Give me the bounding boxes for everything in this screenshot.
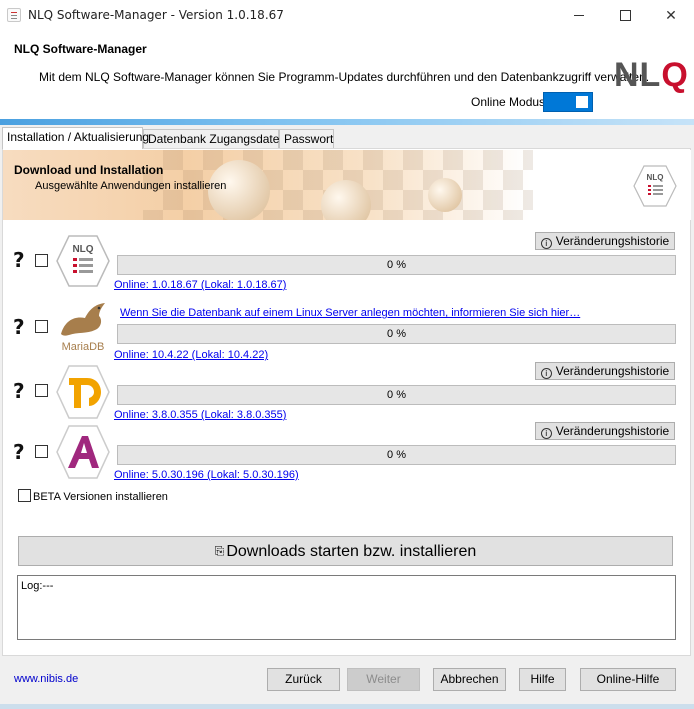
info-icon: i: [540, 238, 552, 249]
progress-text: 0 %: [387, 389, 406, 401]
log-textarea[interactable]: Log:---: [17, 575, 676, 640]
cancel-button[interactable]: Abbrechen: [433, 668, 506, 691]
history-button-4[interactable]: i Veränderungshistorie: [535, 422, 675, 440]
help-icon[interactable]: ?: [13, 440, 25, 464]
close-button[interactable]: ✕: [648, 0, 694, 31]
history-button-label: Veränderungshistorie: [555, 424, 670, 438]
download-icon: ⎘: [214, 544, 225, 558]
window-bottom-border: [0, 704, 694, 709]
online-mode-label: Online Modus: [471, 95, 546, 109]
progress-text: 0 %: [387, 328, 406, 340]
mariadb-logo-text: MariaDB: [62, 341, 105, 353]
maximize-button[interactable]: [602, 0, 648, 31]
app-checkbox-nlq[interactable]: [35, 254, 48, 267]
nlq-app-logo: NLQ: [56, 235, 110, 287]
progress-bar-4: 0 %: [117, 445, 676, 465]
toggle-knob: [576, 96, 588, 108]
progress-bar-3: 0 %: [117, 385, 676, 405]
mariadb-logo: MariaDB: [61, 303, 105, 353]
history-button-label: Veränderungshistorie: [555, 234, 670, 248]
help-icon[interactable]: ?: [13, 315, 25, 339]
header-accent-strip: [0, 119, 694, 125]
orange-app-logo: [56, 365, 110, 419]
nlq-badge-icon: NLQ: [633, 165, 677, 207]
help-button[interactable]: Hilfe: [519, 668, 566, 691]
history-button-nlq[interactable]: i Veränderungshistorie: [535, 232, 675, 250]
info-icon: i: [540, 368, 552, 379]
download-install-button[interactable]: ⎘ Downloads starten bzw. installieren: [18, 536, 673, 566]
online-mode-toggle[interactable]: [543, 92, 593, 112]
title-bar: NLQ Software-Manager - Version 1.0.18.67…: [0, 0, 694, 31]
banner-title: Download und Installation: [14, 163, 164, 177]
purple-app-logo: [56, 425, 110, 479]
app-checkbox-4[interactable]: [35, 445, 48, 458]
version-link-3[interactable]: Online: 3.8.0.355 (Lokal: 3.8.0.355): [114, 409, 286, 421]
help-icon[interactable]: ?: [13, 379, 25, 403]
version-link-mariadb[interactable]: Online: 10.4.22 (Lokal: 10.4.22): [114, 349, 268, 361]
nibis-link[interactable]: www.nibis.de: [14, 673, 78, 685]
progress-text: 0 %: [387, 449, 406, 461]
progress-bar-nlq: 0 %: [117, 255, 676, 275]
version-link-4[interactable]: Online: 5.0.30.196 (Lokal: 5.0.30.196): [114, 469, 299, 481]
app-checkbox-mariadb[interactable]: [35, 320, 48, 333]
download-button-label: Downloads starten bzw. installieren: [226, 543, 477, 560]
header: NLQ Software-Manager Mit dem NLQ Softwar…: [0, 31, 694, 119]
history-button-3[interactable]: i Veränderungshistorie: [535, 362, 675, 380]
nlq-logo: NLQ: [614, 56, 689, 95]
online-help-button[interactable]: Online-Hilfe: [580, 668, 676, 691]
tab-database-credentials[interactable]: Datenbank Zugangsdaten: [143, 129, 286, 148]
beta-label: BETA Versionen installieren: [33, 491, 168, 503]
progress-text: 0 %: [387, 259, 406, 271]
beta-option[interactable]: BETA Versionen installieren: [18, 489, 168, 503]
logo-text-left: NL: [614, 56, 662, 94]
app-icon: [7, 8, 21, 22]
nlq-logo-text: NLQ: [72, 244, 93, 255]
minimize-button[interactable]: [556, 0, 602, 31]
back-button[interactable]: Zurück: [267, 668, 340, 691]
header-title: NLQ Software-Manager: [14, 42, 147, 56]
version-link-nlq[interactable]: Online: 1.0.18.67 (Lokal: 1.0.18.67): [114, 279, 286, 291]
chess-piece-image: [428, 178, 462, 212]
history-button-label: Veränderungshistorie: [555, 364, 670, 378]
linux-server-info-link[interactable]: Wenn Sie die Datenbank auf einem Linux S…: [120, 307, 580, 319]
beta-checkbox[interactable]: [18, 489, 31, 502]
header-description: Mit dem NLQ Software-Manager können Sie …: [39, 70, 650, 84]
app-checkbox-3[interactable]: [35, 384, 48, 397]
window-title: NLQ Software-Manager - Version 1.0.18.67: [28, 8, 284, 22]
next-button[interactable]: Weiter: [347, 668, 420, 691]
logo-text-right: Q: [661, 56, 689, 94]
progress-bar-mariadb: 0 %: [117, 324, 676, 344]
banner-subtitle: Ausgewählte Anwendungen installieren: [35, 180, 227, 192]
tab-password[interactable]: Passwort: [279, 129, 334, 148]
info-icon: i: [540, 428, 552, 439]
badge-text: NLQ: [647, 173, 664, 182]
banner: Download und Installation Ausgewählte An…: [3, 150, 691, 220]
tab-installation[interactable]: Installation / Aktualisierung: [2, 127, 149, 149]
help-icon[interactable]: ?: [13, 248, 25, 272]
